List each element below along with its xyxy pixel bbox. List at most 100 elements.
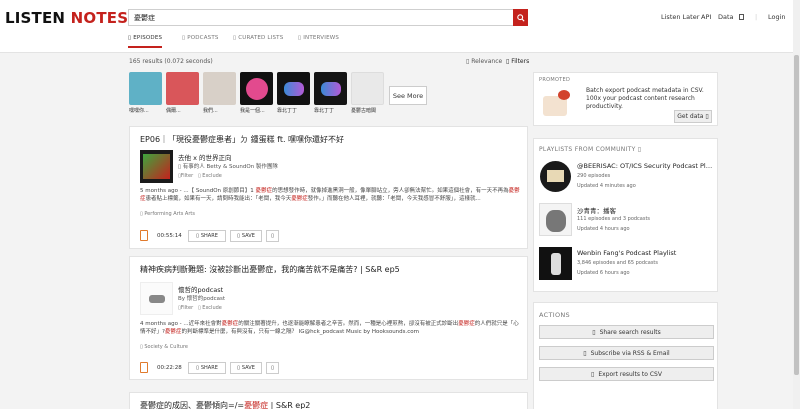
logo-text-listen: LISTEN (5, 9, 66, 27)
logo-text-notes: NOTES (70, 9, 129, 27)
episode-title[interactable]: 憂鬱症的成因、憂鬱傾向=/=憂鬱症 | S&R ep2 (140, 400, 310, 409)
genre-tags: ▯ Society & Culture (140, 344, 188, 350)
playlist-updated: Updated 4 minutes ago (577, 183, 636, 189)
scrollbar-thumb[interactable] (794, 55, 799, 375)
podcast-thumbnail[interactable]: 靠北丁丁 (277, 72, 310, 117)
playlist-cover-image[interactable] (539, 160, 572, 193)
desc-text: 患者貼上標籤，如果有一天，請問時我能出：「老闆，我今天 (145, 196, 292, 202)
playlist-title[interactable]: 沙青青：播客 (577, 205, 713, 215)
more-icon[interactable]: ▯ (266, 230, 279, 242)
episode-description: 4 months ago - ...近年來社會對憂鬱症的關注關著提升，也逐漸能瞭… (140, 320, 520, 336)
podcast-cover-image[interactable] (140, 150, 173, 183)
see-more-button[interactable]: See More (389, 86, 427, 105)
share-search-results-label: Share search results (599, 328, 661, 336)
share-search-results-button[interactable]: ▯ Share search results (539, 325, 714, 339)
actions-heading: ACTIONS (539, 311, 570, 319)
podcast-thumbnail[interactable]: 我是一個... (240, 72, 273, 117)
playlist-cover-image[interactable] (539, 203, 572, 236)
filters-label: Filters (511, 58, 530, 65)
nav-data[interactable]: Data (718, 13, 734, 21)
playlist-title[interactable]: @BEERISAC: OT/ICS Security Podcast Pla..… (577, 162, 713, 170)
search-input[interactable]: 憂鬱症 (134, 13, 155, 23)
episode-title-highlight: 憂鬱症 (244, 401, 269, 409)
podcast-thumbnail-label: 靠北丁丁 (314, 108, 335, 114)
genre-label: Society & Culture (144, 344, 188, 350)
episode-title-text: | S&R ep2 (268, 401, 311, 409)
podcast-thumbnail[interactable]: 我們... (203, 72, 236, 117)
search-box[interactable]: 憂鬱症 (128, 9, 528, 26)
promoted-box: PROMOTED Batch export podcast metadata i… (533, 72, 718, 126)
exclude-link[interactable]: ▯ Exclude (198, 173, 222, 179)
export-csv-button[interactable]: ▯ Export results to CSV (539, 367, 714, 381)
podcast-name[interactable]: 去他 x 的世界正向 (178, 152, 231, 162)
nav-login[interactable]: Login (768, 13, 786, 21)
tab-interviews[interactable]: ▯ INTERVIEWS (298, 35, 339, 41)
podcast-thumbnail[interactable]: 偶爾... (166, 72, 199, 117)
filter-link[interactable]: ▯Filter (178, 173, 193, 179)
share-button[interactable]: ▯ SHARE (188, 362, 226, 374)
tab-episodes[interactable]: ▯ EPISODES (128, 35, 163, 48)
share-label: SHARE (200, 365, 218, 371)
episode-title[interactable]: 精神疾病判斷難題: 沒被診斷出憂鬱症，我的痛苦就不是痛苦? | S&R ep5 (140, 264, 400, 275)
share-button[interactable]: ▯ SHARE (188, 230, 226, 242)
podcast-cover-image (277, 72, 310, 105)
episode-card: 精神疾病判斷難題: 沒被診斷出憂鬱症，我的痛苦就不是痛苦? | S&R ep5 … (129, 256, 528, 380)
save-button[interactable]: ▯ SAVE (230, 362, 262, 374)
playlist-count: 111 episodes and 3 podcasts (577, 216, 651, 222)
save-label: SAVE (241, 365, 255, 371)
play-icon[interactable] (140, 230, 148, 241)
promo-illustration (540, 86, 572, 120)
search-icon (516, 13, 525, 22)
get-data-button[interactable]: Get data ▯ (674, 110, 712, 123)
search-button[interactable] (513, 9, 528, 26)
subscribe-rss-email-button[interactable]: ▯ Subscribe via RSS & Email (539, 346, 714, 360)
sort-relevance-label: Relevance (471, 58, 503, 65)
nav-divider: | (755, 13, 758, 21)
play-icon[interactable] (140, 362, 148, 373)
episode-title-text: 憂鬱症的成因、憂鬱傾向=/= (140, 401, 245, 409)
podcast-cover-image (203, 72, 236, 105)
desc-text: 5 months ago - ...【 SoundOn 原創節目】1 (140, 188, 256, 194)
exclude-link[interactable]: ▯ Exclude (198, 305, 222, 311)
podcast-thumbnail-label: 我們... (203, 108, 218, 114)
podcast-cover-image (240, 72, 273, 105)
subscribe-rss-email-label: Subscribe via RSS & Email (590, 349, 670, 357)
podcast-publisher: ▯ 有事的人 Betty & SoundOn 製作團隊 (178, 164, 278, 170)
exclude-label: Exclude (202, 305, 222, 311)
filter-link[interactable]: ▯Filter (178, 305, 193, 311)
podcast-cover-image (166, 72, 199, 105)
notification-icon[interactable] (739, 14, 744, 20)
podcast-filter-actions: ▯Filter ▯ Exclude (178, 173, 222, 179)
page-scrollbar[interactable] (793, 0, 800, 409)
tab-curated-lists-label: CURATED LISTS (238, 35, 284, 41)
tab-podcasts[interactable]: ▯ PODCASTS (182, 35, 219, 41)
actions-box: ACTIONS ▯ Share search results ▯ Subscri… (533, 302, 718, 409)
podcast-thumbnail[interactable]: 憂鬱古暗閣 (351, 72, 384, 117)
tab-curated-lists[interactable]: ▯ CURATED LISTS (233, 35, 283, 41)
podcast-thumbnail-label: 偶爾... (166, 108, 181, 114)
desc-highlight: 憂鬱症 (164, 329, 182, 335)
save-button[interactable]: ▯ SAVE (230, 230, 262, 242)
playlist-title[interactable]: Wenbin Fang's Podcast Playlist (577, 249, 713, 257)
sort-relevance[interactable]: ▯ Relevance (466, 58, 502, 65)
podcast-thumbnail[interactable]: 靠北丁丁 (314, 72, 347, 117)
episode-title[interactable]: EP06｜「現役憂鬱症患者」ㄉ 鍾蛋糕 ft. 嘿嘿你還好不好 (140, 134, 344, 145)
filters-toggle[interactable]: ▯ Filters (506, 58, 529, 65)
playlist-cover-image[interactable] (539, 247, 572, 280)
episode-card: 憂鬱症的成因、憂鬱傾向=/=憂鬱症 | S&R ep2 (129, 392, 528, 409)
podcast-thumbnail-label: 憂鬱古暗閣 (351, 108, 377, 114)
desc-text: 的判斷標準是什麼，有與沒有，只有一線之隔？ IG@hck_podcast Mus… (181, 329, 420, 335)
podcast-name[interactable]: 懷哲的podcast (178, 284, 223, 294)
podcast-cover-image (314, 72, 347, 105)
desc-text: 的思想發作時，就像掉進黑洞一般，像單腳站立，旁人卻無法幫忙。如果這個社會，有一天… (272, 188, 509, 194)
podcast-cover-image[interactable] (140, 282, 173, 315)
nav-api[interactable]: API (701, 13, 711, 21)
tab-episodes-label: EPISODES (133, 35, 163, 41)
playlist-updated: Updated 6 hours ago (577, 270, 630, 276)
episode-duration: 00:22:28 (157, 365, 182, 371)
genre-label: Performing Arts Arts (144, 211, 195, 217)
podcast-thumbnail[interactable]: 嘿嘿你... (129, 72, 162, 117)
logo[interactable]: LISTEN NOTES (5, 9, 128, 27)
more-icon[interactable]: ▯ (266, 362, 279, 374)
nav-listen-later[interactable]: Listen Later (661, 13, 699, 21)
